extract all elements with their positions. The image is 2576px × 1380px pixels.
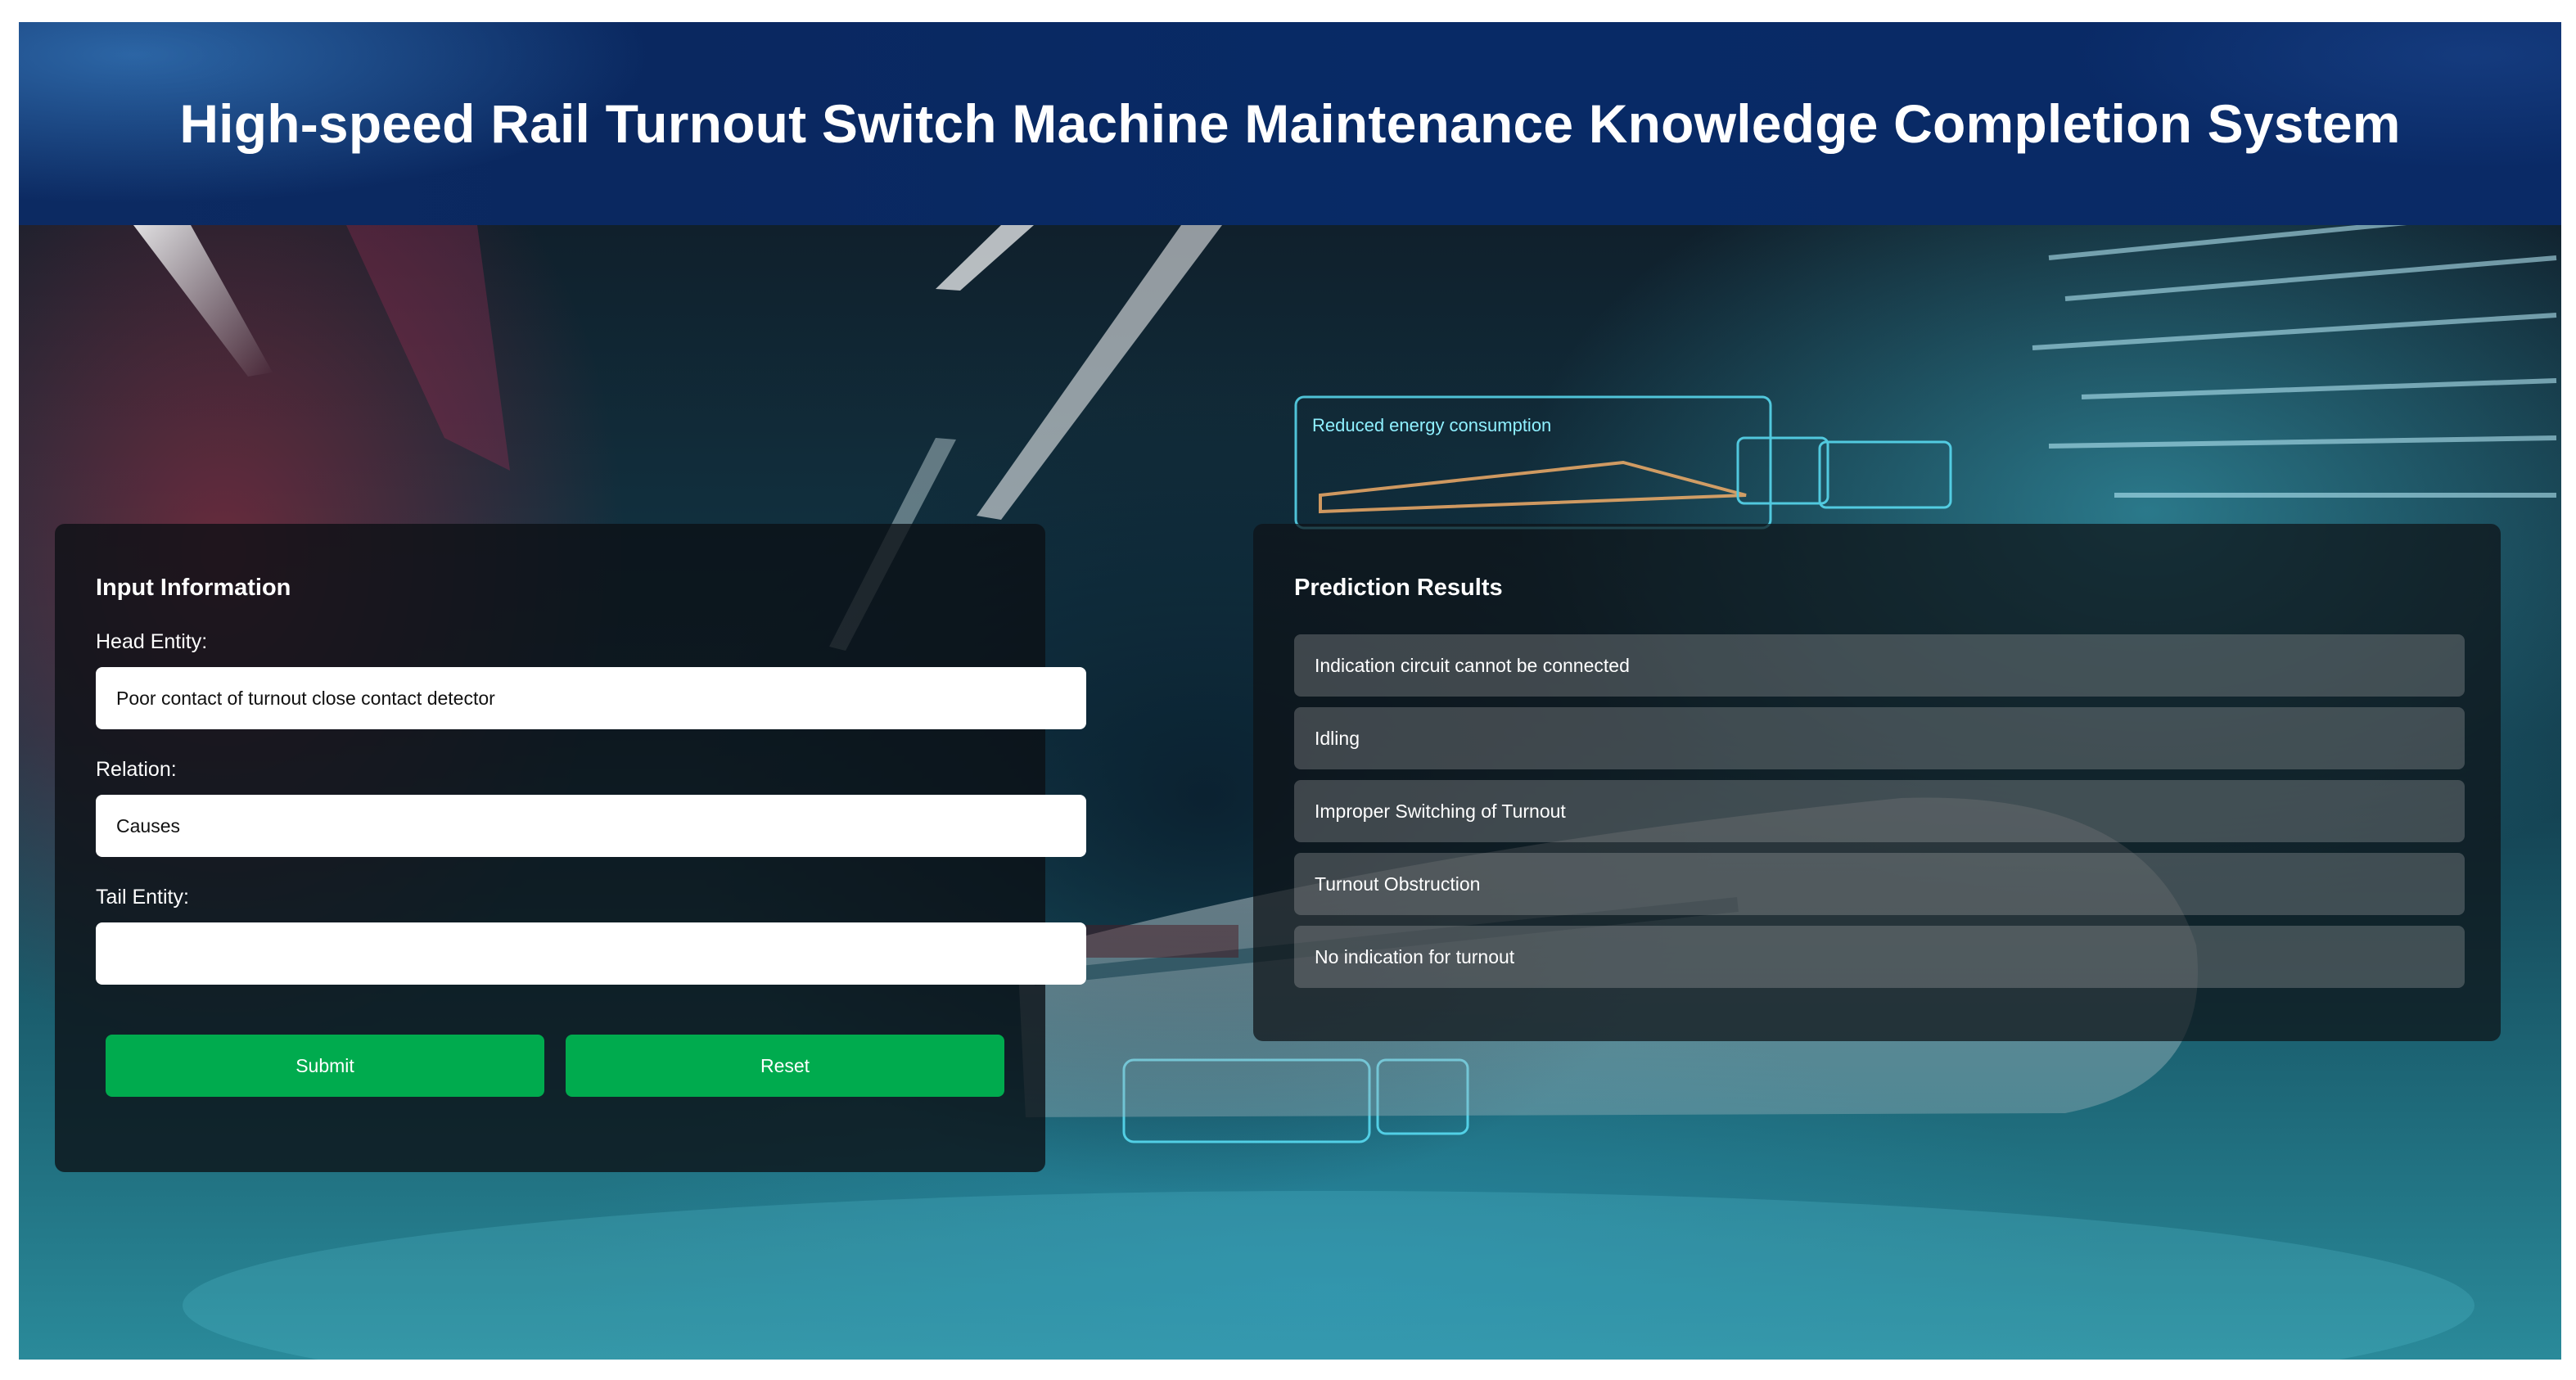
app-window: High-speed Rail Turnout Switch Machine M… xyxy=(19,22,2561,1360)
result-item: No indication for turnout xyxy=(1294,926,2465,988)
relation-input[interactable] xyxy=(96,795,1086,857)
head-entity-label: Head Entity: xyxy=(96,630,208,653)
result-item: Turnout Obstruction xyxy=(1294,853,2465,915)
prediction-results-panel: Prediction Results Indication circuit ca… xyxy=(1253,524,2501,1041)
head-entity-input[interactable] xyxy=(96,667,1086,729)
input-information-panel: Input Information Head Entity: Relation:… xyxy=(55,524,1086,1172)
page-header: High-speed Rail Turnout Switch Machine M… xyxy=(19,22,2561,225)
result-item: Idling xyxy=(1294,707,2465,769)
page-title: High-speed Rail Turnout Switch Machine M… xyxy=(179,93,2401,154)
relation-label: Relation: xyxy=(96,758,177,781)
tail-entity-input[interactable] xyxy=(96,922,1086,985)
tail-entity-label: Tail Entity: xyxy=(96,886,189,909)
results-panel-title: Prediction Results xyxy=(1294,575,1503,601)
reset-button[interactable]: Reset xyxy=(566,1035,1004,1097)
hud-overlay-text: Reduced energy consumption xyxy=(1312,415,1551,435)
result-item: Improper Switching of Turnout xyxy=(1294,780,2465,842)
submit-button[interactable]: Submit xyxy=(106,1035,544,1097)
result-item: Indication circuit cannot be connected xyxy=(1294,634,2465,697)
input-panel-title: Input Information xyxy=(96,575,291,601)
